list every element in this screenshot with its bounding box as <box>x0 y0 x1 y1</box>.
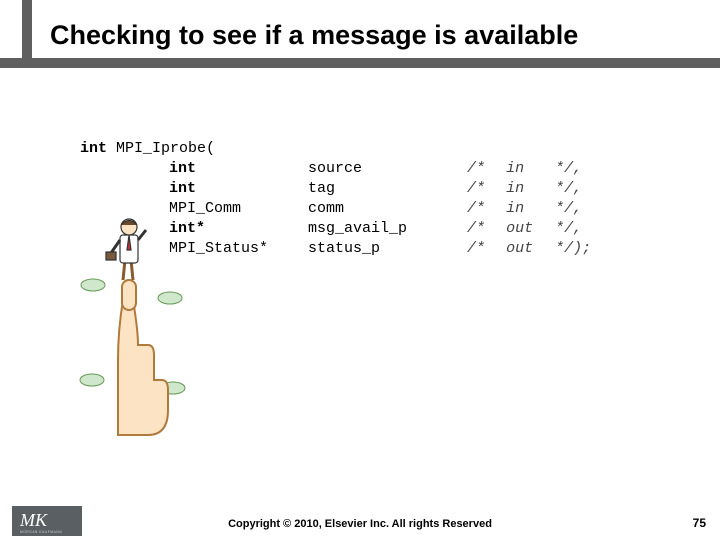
param-type: int <box>169 160 299 177</box>
comment-dir: out <box>506 240 546 257</box>
comment-open: /* <box>467 220 497 237</box>
comment-dir: in <box>506 160 546 177</box>
param-type: MPI_Status* <box>169 240 299 257</box>
return-type: int <box>80 140 107 157</box>
sig-line-0: int MPI_Iprobe( <box>80 140 591 160</box>
clipart-man-on-hand-icon <box>78 180 188 440</box>
copyright-text: Copyright © 2010, Elsevier Inc. All righ… <box>0 518 720 530</box>
comment-close: */, <box>555 160 582 177</box>
comment-open: /* <box>467 160 497 177</box>
comment-dir: out <box>506 220 546 237</box>
param-type: int <box>169 180 299 197</box>
param-name: status_p <box>308 240 458 257</box>
comment-close: */); <box>555 240 591 257</box>
comment-close: */, <box>555 180 582 197</box>
param-type: MPI_Comm <box>169 200 299 217</box>
slide-title: Checking to see if a message is availabl… <box>50 20 578 51</box>
param-name: comm <box>308 200 458 217</box>
logo-subtext: MORGAN KAUFMANN <box>20 530 62 534</box>
comment-dir: in <box>506 200 546 217</box>
sig-param-row: int source /* in */, <box>80 160 591 180</box>
function-name: MPI_Iprobe( <box>116 140 215 157</box>
param-name: msg_avail_p <box>308 220 458 237</box>
title-accent-horizontal <box>0 58 720 68</box>
comment-close: */, <box>555 200 582 217</box>
page-number: 75 <box>693 516 706 530</box>
param-name: tag <box>308 180 458 197</box>
footer: MK MORGAN KAUFMANN Copyright © 2010, Els… <box>0 506 720 540</box>
param-type: int* <box>169 220 299 237</box>
comment-dir: in <box>506 180 546 197</box>
comment-open: /* <box>467 240 497 257</box>
comment-open: /* <box>467 180 497 197</box>
param-name: source <box>308 160 458 177</box>
comment-open: /* <box>467 200 497 217</box>
comment-close: */, <box>555 220 582 237</box>
slide: Checking to see if a message is availabl… <box>0 0 720 540</box>
